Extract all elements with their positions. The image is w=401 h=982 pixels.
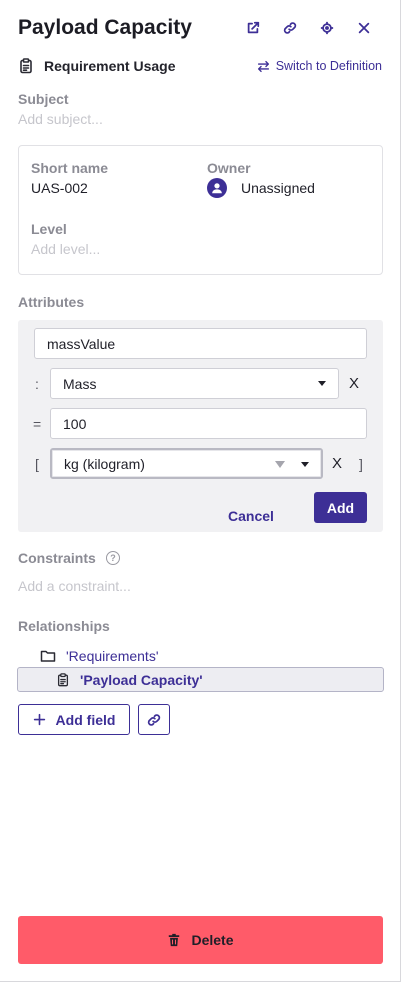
details-card: Short name UAS-002 Owner Unassigned Leve… (18, 145, 383, 275)
clipboard-icon (18, 58, 34, 74)
level-label: Level (31, 221, 67, 237)
link-icon (147, 713, 161, 726)
type-colon: : (35, 376, 39, 392)
relationships-label: Relationships (18, 618, 110, 634)
delete-button[interactable]: Delete (18, 916, 383, 964)
cancel-button[interactable]: Cancel (228, 508, 274, 524)
subject-label: Subject (18, 91, 69, 107)
tree-item-payload-capacity[interactable]: 'Payload Capacity' (56, 672, 203, 688)
constraint-input[interactable]: Add a constraint... (18, 578, 131, 594)
default-value-input[interactable]: 100 (50, 408, 367, 439)
panel-header: Payload Capacity (18, 14, 382, 42)
add-attribute-button[interactable]: Add (314, 492, 367, 523)
add-link-button[interactable] (138, 704, 170, 735)
open-bracket: [ (35, 456, 39, 472)
plus-icon (33, 713, 45, 726)
switch-to-definition-button[interactable]: Switch to Definition (257, 59, 382, 73)
target-icon[interactable] (308, 14, 345, 42)
short-name-label: Short name (31, 160, 109, 176)
trash-icon (169, 933, 180, 947)
link-icon[interactable] (271, 14, 308, 42)
add-field-button[interactable]: Add field (18, 704, 130, 735)
short-name-value[interactable]: UAS-002 (31, 180, 88, 196)
close-icon[interactable] (345, 14, 382, 42)
properties-panel: Payload Capacity Requirement Usage Switc… (0, 0, 401, 982)
tree-item-requirements[interactable]: 'Requirements' (40, 648, 159, 664)
user-avatar-icon (207, 178, 227, 198)
element-kind: Requirement Usage (44, 58, 176, 74)
owner-label: Owner (207, 160, 251, 176)
close-bracket: ] (359, 456, 363, 472)
attribute-name-input[interactable]: massValue (34, 328, 367, 359)
folder-icon (40, 650, 56, 662)
external-link-icon[interactable] (234, 14, 271, 42)
clipboard-icon (57, 673, 69, 687)
constraints-label: Constraints (18, 550, 96, 566)
help-icon[interactable]: ? (106, 551, 120, 565)
element-kind-row: Requirement Usage Switch to Definition (18, 55, 382, 77)
swap-arrows-icon (257, 60, 269, 72)
chevron-down-icon (301, 462, 309, 467)
equals-symbol: = (33, 416, 42, 432)
owner-field[interactable]: Unassigned (207, 178, 315, 198)
unit-select[interactable]: kg (kilogram) (50, 448, 323, 479)
clear-unit-button[interactable]: X (332, 455, 342, 472)
owner-value: Unassigned (241, 180, 315, 196)
clear-type-button[interactable]: X (349, 375, 359, 392)
dropdown-arrow-icon (275, 461, 285, 468)
chevron-down-icon (318, 381, 326, 386)
attributes-label: Attributes (18, 294, 85, 310)
level-input[interactable]: Add level... (31, 241, 100, 257)
page-title: Payload Capacity (18, 16, 192, 39)
subject-input[interactable]: Add subject... (18, 111, 103, 127)
type-select[interactable]: Mass (50, 368, 339, 399)
